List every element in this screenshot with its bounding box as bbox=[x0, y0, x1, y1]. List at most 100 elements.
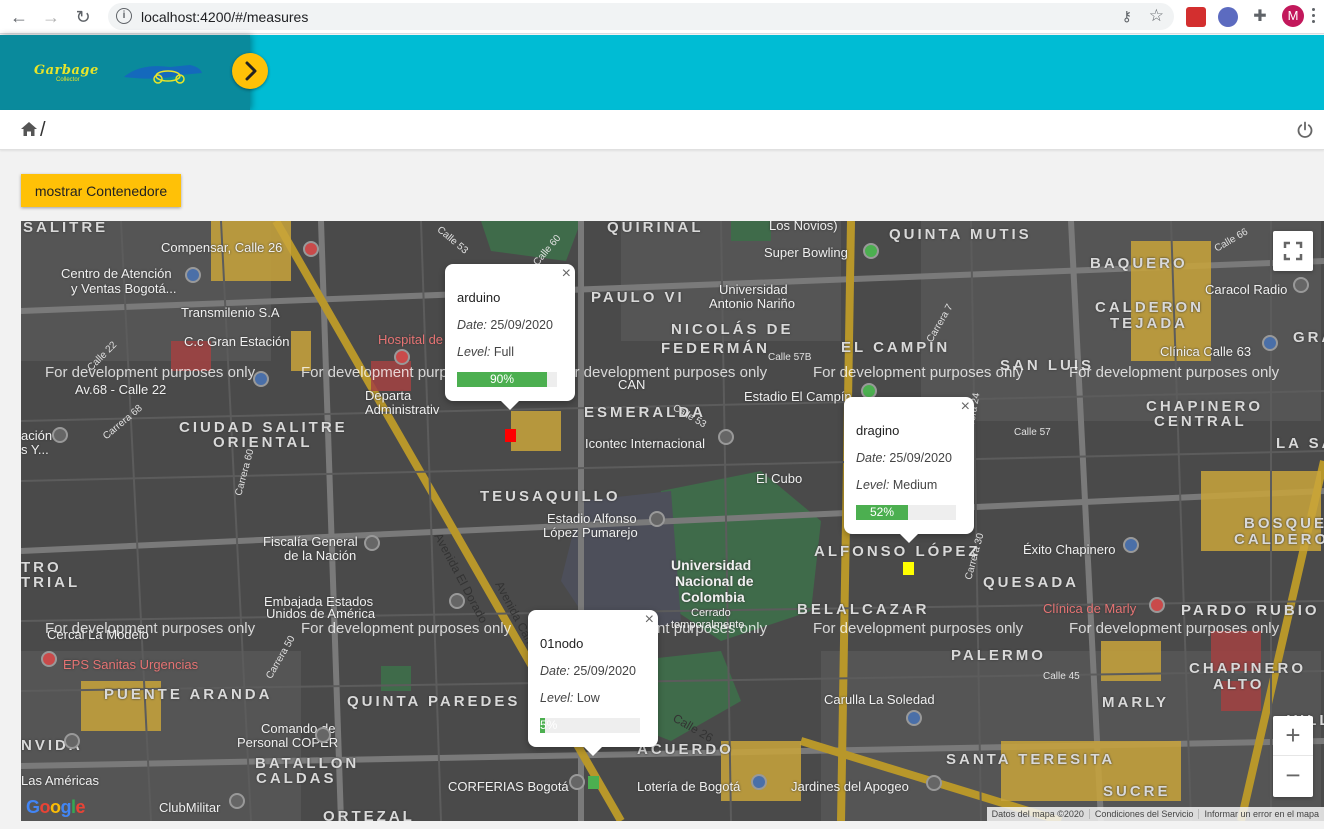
reload-icon[interactable]: ↻ bbox=[72, 6, 94, 28]
district-label: TEUSAQUILLO bbox=[480, 488, 621, 505]
container-marker[interactable] bbox=[903, 562, 914, 575]
bookmark-star-icon[interactable]: ☆ bbox=[1149, 6, 1164, 26]
stadium-pin-icon[interactable] bbox=[649, 511, 665, 527]
place-label: López Pumarejo bbox=[543, 525, 638, 540]
place-pin-icon[interactable] bbox=[449, 593, 465, 609]
map-data-credit: Datos del mapa ©2020 bbox=[991, 809, 1084, 819]
place-label: Nacional de bbox=[675, 573, 754, 589]
profile-avatar[interactable]: M bbox=[1282, 5, 1304, 27]
district-label: ORIENTAL bbox=[213, 434, 313, 451]
place-label: Clínica de Marly bbox=[1043, 601, 1137, 616]
district-label: SALITRE bbox=[23, 221, 109, 236]
watermark-text: For development purposes only bbox=[813, 364, 1024, 381]
map-attribution: Datos del mapa ©2020 Condiciones del Serv… bbox=[986, 807, 1324, 821]
watermark-text: For development purposes only bbox=[557, 364, 768, 381]
park-pin-icon[interactable] bbox=[863, 243, 879, 259]
place-label: Universidad bbox=[671, 557, 752, 573]
street-label: Calle 57B bbox=[768, 352, 812, 363]
close-icon[interactable]: × bbox=[562, 265, 571, 283]
extension-check-icon[interactable] bbox=[1218, 7, 1238, 27]
place-pin-icon[interactable] bbox=[185, 267, 201, 283]
date-row: Date: 25/09/2020 bbox=[856, 451, 952, 465]
place-label: de la Nación bbox=[284, 548, 357, 563]
place-label: Transmilenio S.A bbox=[181, 305, 280, 320]
forward-arrow-icon[interactable]: → bbox=[40, 6, 62, 28]
district-label: PARDO RUBIO bbox=[1181, 602, 1320, 619]
district-label: BELALCAZAR bbox=[797, 601, 930, 618]
breadcrumb: / bbox=[0, 110, 1324, 150]
place-label: Compensar, Calle 26 bbox=[161, 240, 283, 255]
place-label: Lotería de Bogotá bbox=[637, 779, 741, 794]
district-label: NICOLÁS DE bbox=[671, 321, 794, 338]
close-icon[interactable]: × bbox=[961, 398, 970, 416]
district-label: PUENTE ARANDA bbox=[104, 686, 273, 703]
district-label: CENTRAL bbox=[1154, 413, 1247, 430]
district-label: CALDERON bbox=[1095, 299, 1204, 316]
key-icon[interactable]: ⚷ bbox=[1122, 8, 1132, 25]
fullscreen-button[interactable] bbox=[1273, 231, 1313, 271]
hospital-pin-icon[interactable] bbox=[394, 349, 410, 365]
close-icon[interactable]: × bbox=[645, 611, 654, 629]
district-label: GRA bbox=[1293, 329, 1324, 346]
district-label: BOSQUE bbox=[1244, 515, 1324, 532]
terms-link[interactable]: Condiciones del Servicio bbox=[1088, 809, 1199, 819]
container-marker[interactable] bbox=[588, 776, 599, 789]
hospital-pin-icon[interactable] bbox=[1149, 597, 1165, 613]
shopping-pin-icon[interactable] bbox=[1123, 537, 1139, 553]
place-label: Av.68 - Calle 22 bbox=[75, 382, 167, 397]
report-error-link[interactable]: Informar un error en el mapa bbox=[1198, 809, 1324, 819]
place-label: ClubMilitar bbox=[159, 800, 221, 815]
info-window: × 01nodo Date: 25/09/2020 Level: Low 5% bbox=[528, 610, 658, 756]
district-label: CALDAS bbox=[256, 770, 337, 787]
street-label: Calle 57 bbox=[1014, 427, 1051, 438]
zoom-in-button[interactable]: + bbox=[1273, 716, 1313, 756]
place-pin-icon[interactable] bbox=[52, 427, 68, 443]
shopping-pin-icon[interactable] bbox=[1262, 335, 1278, 351]
place-pin-icon[interactable] bbox=[364, 535, 380, 551]
place-label: ación bbox=[21, 428, 53, 443]
url-text: localhost:4200/#/measures bbox=[141, 9, 309, 25]
fill-progress-bar: 90% bbox=[457, 372, 557, 387]
place-pin-icon[interactable] bbox=[569, 774, 585, 790]
extension-mega-icon[interactable] bbox=[1186, 7, 1206, 27]
district-label: MARLY bbox=[1102, 694, 1169, 711]
hospital-pin-icon[interactable] bbox=[303, 241, 319, 257]
place-label: Administrativ bbox=[365, 402, 440, 417]
place-label: C.c Gran Estación bbox=[184, 334, 290, 349]
show-containers-button[interactable]: mostrar Contenedore bbox=[21, 174, 181, 207]
container-name: 01nodo bbox=[540, 636, 584, 651]
place-pin-icon[interactable] bbox=[718, 429, 734, 445]
address-bar[interactable]: i localhost:4200/#/measures ⚷ ☆ bbox=[108, 3, 1174, 30]
hospital-pin-icon[interactable] bbox=[41, 651, 57, 667]
watermark-text: For development purposes only bbox=[45, 364, 256, 381]
watermark-text: For development purposes only bbox=[1069, 620, 1280, 637]
container-marker[interactable] bbox=[505, 429, 516, 442]
district-label: ALTO bbox=[1213, 676, 1265, 693]
sidebar-toggle-button[interactable] bbox=[232, 53, 268, 89]
district-label: QUESADA bbox=[983, 574, 1080, 591]
place-pin-icon[interactable] bbox=[315, 727, 331, 743]
place-pin-icon[interactable] bbox=[229, 793, 245, 809]
place-pin-icon[interactable] bbox=[1293, 277, 1309, 293]
site-info-icon[interactable]: i bbox=[116, 8, 132, 24]
back-arrow-icon[interactable]: ← bbox=[8, 6, 30, 28]
district-label: QUINTA MUTIS bbox=[889, 226, 1032, 243]
zoom-out-button[interactable]: − bbox=[1273, 756, 1313, 796]
extensions-puzzle-icon[interactable]: ✚ bbox=[1250, 7, 1270, 27]
place-pin-icon[interactable] bbox=[926, 775, 942, 791]
shopping-pin-icon[interactable] bbox=[253, 371, 269, 387]
shopping-pin-icon[interactable] bbox=[906, 710, 922, 726]
shopping-pin-icon[interactable] bbox=[751, 774, 767, 790]
brand-area: Garbage Collector bbox=[0, 35, 250, 110]
place-pin-icon[interactable] bbox=[64, 733, 80, 749]
place-label: Icontec Internacional bbox=[585, 436, 705, 451]
power-icon[interactable] bbox=[1296, 121, 1314, 139]
app-header: Garbage Collector bbox=[0, 35, 1324, 110]
home-icon[interactable] bbox=[20, 121, 38, 137]
map-canvas[interactable]: SALITRE QUIRINAL QUINTA MUTIS BAQUERO PA… bbox=[21, 221, 1324, 821]
place-label: Super Bowling bbox=[764, 245, 848, 260]
fill-progress-bar: 5% bbox=[540, 718, 640, 733]
place-label: Las Américas bbox=[21, 773, 100, 788]
browser-menu-icon[interactable] bbox=[1312, 8, 1316, 26]
browser-toolbar: ← → ↻ i localhost:4200/#/measures ⚷ ☆ ✚ … bbox=[0, 0, 1324, 34]
